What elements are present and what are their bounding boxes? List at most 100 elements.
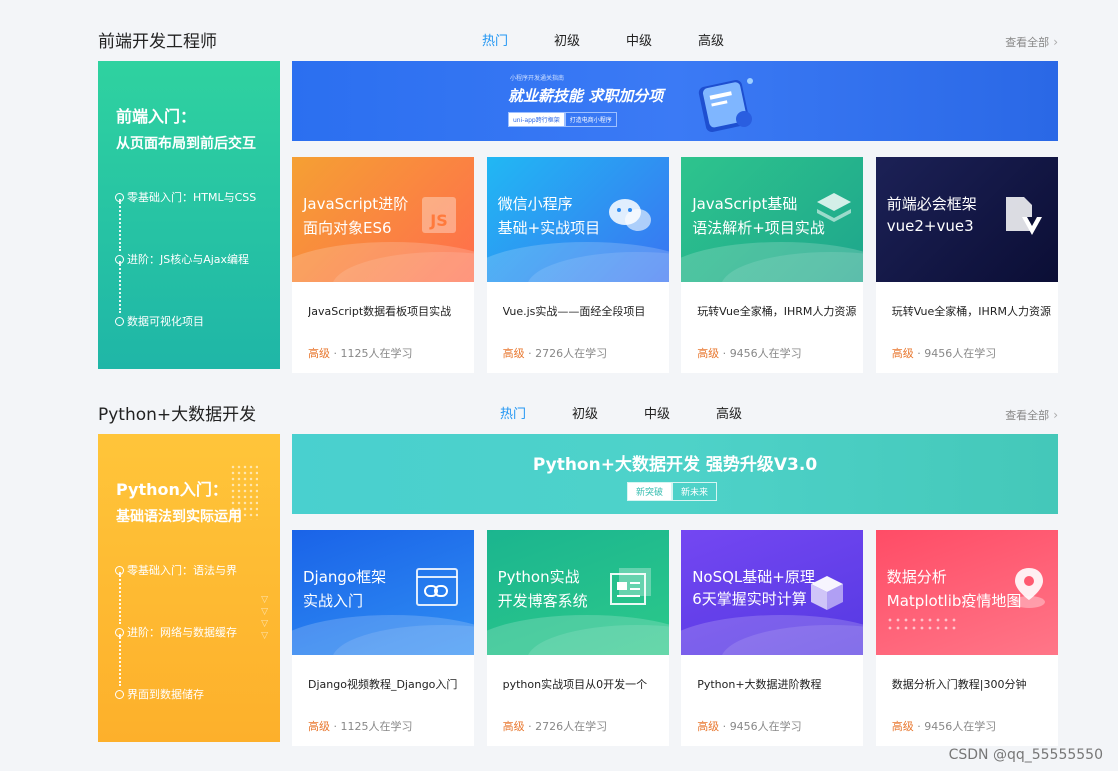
learning-path-card[interactable]: 前端入门： 从页面布局到前后交互 零基础入门：HTML与CSS 进阶：JS核心与… <box>98 61 280 369</box>
tab-hot[interactable]: 热门 <box>500 406 526 424</box>
tab-intermediate[interactable]: 中级 <box>644 406 670 424</box>
course-thumbnail: NoSQL基础+原理 6天掌握实时计算 <box>681 530 864 655</box>
course-card[interactable]: 数据分析 Matplotlib疫情地图 数据分析入门教程|300分钟 高级 · … <box>875 530 1058 746</box>
view-all-label: 查看全部 <box>1005 409 1050 422</box>
learner-count: 9456人在学习 <box>729 720 802 733</box>
level-tabs: 热门 初级 中级 高级 <box>500 406 788 424</box>
course-meta: 高级 · 2726人在学习 <box>502 347 608 360</box>
chevron-right-icon: › <box>1053 408 1058 422</box>
thumb-line2: vue2+vue3 <box>886 217 974 235</box>
svg-text:JS: JS <box>429 211 447 230</box>
course-card[interactable]: NoSQL基础+原理 6天掌握实时计算 Python+大数据进阶教程 高级 · … <box>681 530 864 746</box>
course-title: Django视频教程_Django入门 <box>308 678 458 691</box>
learner-count: 9456人在学习 <box>729 347 802 360</box>
banner-tags: uni-app跨行框架 打造电商小程序 <box>508 112 617 127</box>
level-badge: 高级 <box>697 347 720 360</box>
tab-beginner[interactable]: 初级 <box>572 406 598 424</box>
tab-hot[interactable]: 热门 <box>482 33 508 51</box>
path-subtitle: 从页面布局到前后交互 <box>116 136 256 152</box>
level-tabs: 热门 初级 中级 高级 <box>482 33 770 51</box>
view-all-link[interactable]: 查看全部 › <box>1005 34 1058 51</box>
step-label: 进阶：网络与数据缓存 <box>127 626 237 639</box>
thumb-line2: 开发博客系统 <box>497 592 588 610</box>
course-meta: 高级 · 1125人在学习 <box>308 720 413 733</box>
step-dot-icon <box>115 316 124 326</box>
view-all-label: 查看全部 <box>1005 36 1050 49</box>
step-connector <box>119 261 121 313</box>
learner-count: 9456人在学习 <box>924 347 997 360</box>
link-icon <box>416 568 458 606</box>
path-step: 数据可视化项目 <box>115 313 204 329</box>
dots-decoration <box>885 616 956 634</box>
learning-path-card[interactable]: ▽ ▽ ▽ ▽ Python入门： 基础语法到实际运用 零基础入门：语法与界 进阶：网… <box>98 434 280 742</box>
thumb-line1: Django框架 <box>303 568 387 586</box>
document-icon <box>609 568 651 605</box>
course-card[interactable]: Django框架 实战入门 Django视频教程_Django入门 高级 · 1… <box>292 530 474 746</box>
path-step: 零基础入门：HTML与CSS <box>115 189 256 205</box>
banner-tag: 新突破 <box>627 482 673 501</box>
section-python: Python+大数据开发 热门 初级 中级 高级 查看全部 › ▽ ▽ ▽ ▽ Pyth… <box>98 403 1058 746</box>
step-label: 零基础入门：语法与界 <box>127 564 237 577</box>
course-thumbnail: Django框架 实战入门 <box>292 530 474 655</box>
banner-headline: 就业薪技能 求职加分项 <box>508 87 664 105</box>
wechat-icon <box>608 199 651 231</box>
learner-count: 2726人在学习 <box>535 347 608 360</box>
section-title: Python+大数据开发 <box>98 405 257 425</box>
watermark: CSDN @qq_55555550 <box>948 747 1103 763</box>
course-card[interactable]: JavaScript进阶 面向对象ES6 JS JavaScript数据看板项目… <box>292 157 474 373</box>
course-card[interactable]: 微信小程序 基础+实战项目 Vue.js实战——面经全段项目 高级 · 2726… <box>486 157 669 373</box>
course-thumbnail: 微信小程序 基础+实战项目 <box>486 157 669 282</box>
cube-icon <box>811 576 844 610</box>
course-meta: 高级 · 2726人在学习 <box>502 720 608 733</box>
course-meta: 高级 · 9456人在学习 <box>891 720 997 733</box>
level-badge: 高级 <box>502 720 525 733</box>
step-label: 数据可视化项目 <box>127 315 204 328</box>
view-all-link[interactable]: 查看全部 › <box>1005 407 1058 424</box>
path-step: 进阶：网络与数据缓存 <box>115 624 237 640</box>
banner-tag: 新未来 <box>672 482 718 501</box>
thumb-line1: Python实战 <box>497 568 580 586</box>
tab-beginner[interactable]: 初级 <box>554 33 580 51</box>
course-list: JavaScript进阶 面向对象ES6 JS JavaScript数据看板项目… <box>292 157 1058 373</box>
path-step: 零基础入门：语法与界 <box>115 562 237 578</box>
level-badge: 高级 <box>891 720 914 733</box>
promo-banner[interactable]: Python+大数据开发 强势升级V3.0 新突破 新未来 <box>292 434 1058 514</box>
thumb-line2: 面向对象ES6 <box>303 219 392 237</box>
thumb-line2: 6天掌握实时计算 <box>692 590 807 608</box>
learner-count: 9456人在学习 <box>924 720 997 733</box>
thumb-line2: 实战入门 <box>303 592 364 610</box>
section-header: 前端开发工程师 热门 初级 中级 高级 查看全部 › <box>98 30 1058 61</box>
vue-icon <box>1005 197 1042 235</box>
course-meta: 高级 · 9456人在学习 <box>697 347 802 360</box>
step-dot-icon <box>115 627 124 637</box>
thumb-line1: 微信小程序 <box>497 195 573 213</box>
course-card[interactable]: 前端必会框架 vue2+vue3 玩转Vue全家桶，IHRM人力资源 高级 · … <box>875 157 1058 373</box>
path-step: 界面到数据储存 <box>115 686 204 702</box>
course-meta: 高级 · 9456人在学习 <box>697 720 802 733</box>
level-badge: 高级 <box>697 720 720 733</box>
thumb-line1: JavaScript基础 <box>692 195 798 213</box>
thumb-line1: NoSQL基础+原理 <box>692 568 815 586</box>
tab-advanced[interactable]: 高级 <box>716 406 742 424</box>
thumb-line2: Matplotlib疫情地图 <box>886 592 1022 610</box>
chevron-right-icon: › <box>1053 35 1058 49</box>
course-card[interactable]: JavaScript基础 语法解析+项目实战 玩转Vue全家桶，IHRM人力资源… <box>681 157 864 373</box>
step-dot-icon <box>115 565 124 575</box>
course-title: Vue.js实战——面经全段项目 <box>502 305 646 318</box>
course-title: 玩转Vue全家桶，IHRM人力资源 <box>697 305 857 318</box>
tab-intermediate[interactable]: 中级 <box>626 33 652 51</box>
step-connector <box>119 572 121 624</box>
learner-count: 1125人在学习 <box>340 720 413 733</box>
step-label: 进阶：JS核心与Ajax编程 <box>127 253 250 266</box>
course-title: 玩转Vue全家桶，IHRM人力资源 <box>891 305 1051 318</box>
course-title: JavaScript数据看板项目实战 <box>308 305 452 318</box>
course-meta: 高级 · 1125人在学习 <box>308 347 413 360</box>
step-dot-icon <box>115 192 124 202</box>
level-badge: 高级 <box>502 347 525 360</box>
course-thumbnail: JavaScript进阶 面向对象ES6 JS <box>292 157 474 282</box>
step-connector <box>119 199 121 251</box>
tab-advanced[interactable]: 高级 <box>698 33 724 51</box>
promo-banner[interactable]: 小程序开发通关指南 就业薪技能 求职加分项 uni-app跨行框架 打造电商小程… <box>292 61 1058 141</box>
path-subtitle: 基础语法到实际运用 <box>116 509 242 525</box>
course-card[interactable]: Python实战 开发博客系统 python实战项目从0开发一个 高级 · 27… <box>486 530 669 746</box>
